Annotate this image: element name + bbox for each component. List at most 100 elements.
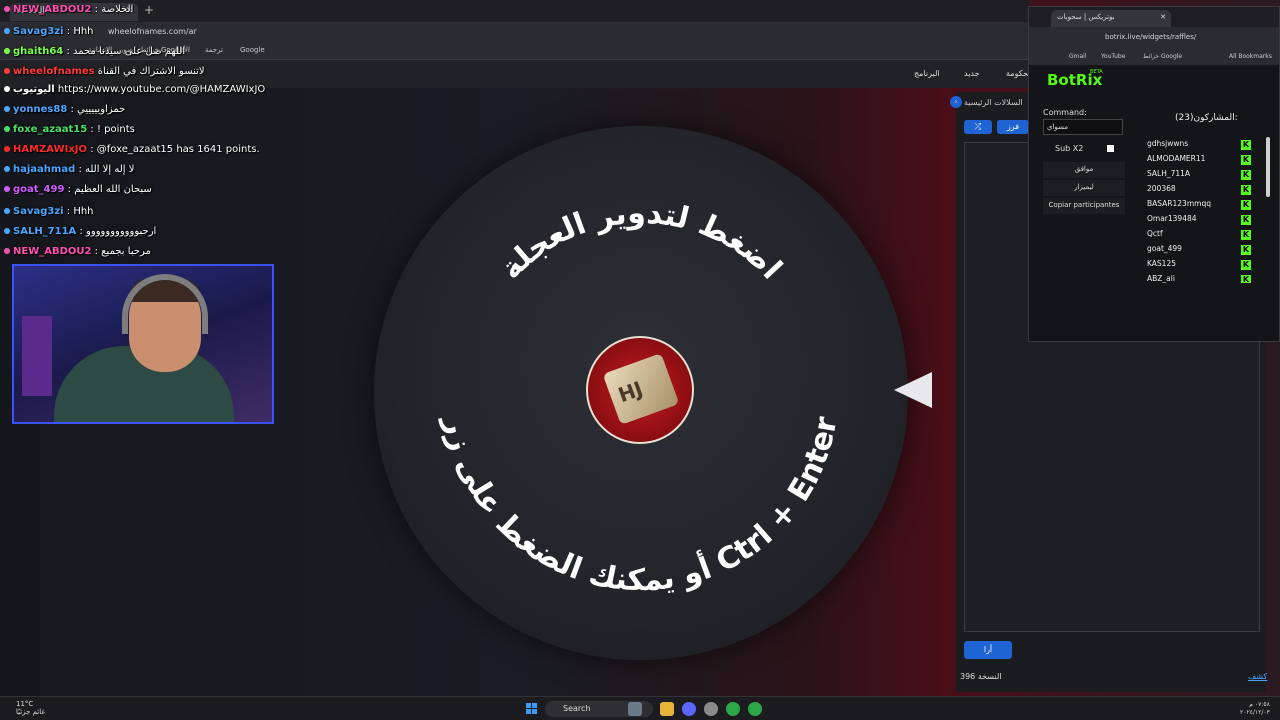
beta-badge: BETA [1090, 69, 1103, 75]
chat-username: goat_499 [13, 184, 65, 195]
participant-name: SALH_711A [1147, 169, 1191, 178]
badge-icon [4, 28, 10, 34]
botrix-address-bar[interactable]: botrix.live/widgets/raffles/ [1029, 27, 1279, 49]
shuffle-button[interactable]: ⤮ [964, 120, 992, 134]
system-clock[interactable]: ٠٧:٥٨ م ٢٠٢٤/١٢/٠٣ [1240, 701, 1270, 717]
chat-username: hajaahmad [13, 164, 76, 175]
address-bar[interactable]: wheelofnames.com/ar [0, 22, 1030, 42]
clock-time: ٠٧:٥٨ م [1249, 701, 1270, 708]
chat-username: اليوتيوب [13, 84, 55, 95]
botrix-tab[interactable]: بوتريكس | سحوبات ✕ [1051, 10, 1171, 27]
badge-icon [4, 86, 10, 92]
chat-username: foxe_azaat15 [13, 124, 88, 135]
wheel-top-textpath: اضغط لتدوير العجلة [494, 196, 789, 287]
pick-button[interactable]: ليميزار [1043, 180, 1125, 196]
command-label: Command: [1043, 108, 1087, 117]
bookmark-item[interactable]: Google [240, 46, 265, 54]
chat-username: SALH_711A [13, 226, 77, 237]
participant-name: KAS125 [1147, 259, 1176, 268]
chrome-icon[interactable] [748, 702, 762, 716]
chat-text: : Hhh [66, 26, 94, 37]
participants-list: gdhsjwwns K ALMODAMER11 K SALH_711A K 200368 K B… [1145, 135, 1265, 283]
chat-message: اليوتيوب https://www.youtube.com/@HAMZAW… [4, 84, 265, 95]
chat-message: Savag3zi : Hhh [4, 206, 94, 217]
copy-participants-button[interactable]: Copiar participantes [1043, 198, 1125, 214]
chat-username: Savag3zi [13, 206, 64, 217]
bookmark-item[interactable]: All Bookmarks [1229, 53, 1272, 60]
confirm-button[interactable]: موافق [1043, 162, 1125, 178]
discord-icon[interactable] [682, 702, 696, 716]
weather-desc: غائم جزئيًا [16, 708, 46, 716]
participant-name: Qctf [1147, 229, 1163, 238]
chat-message: HAMZAWIxJO : @foxe_azaat15 has 1641 poin… [4, 144, 260, 155]
badge-icon [4, 6, 10, 12]
cam-shelf [22, 316, 52, 396]
chat-text: https://www.youtube.com/@HAMZAWIxJO [57, 84, 266, 95]
windows-start-icon[interactable] [526, 703, 538, 715]
webcam-feed [12, 264, 274, 424]
chat-username: yonnes88 [13, 104, 68, 115]
chrome-icon[interactable] [726, 702, 740, 716]
chat-username: NEW_ABDOU2 [13, 246, 92, 257]
kick-icon: K [1241, 155, 1251, 165]
chat-message: wheelofnames لاتنسو الاشتراك في القناة [4, 66, 205, 77]
chevron-right-icon[interactable]: › [950, 96, 962, 108]
wheel-center-logo[interactable]: HJ [586, 336, 694, 444]
chat-text: : ! points [90, 124, 135, 135]
chat-text: لاتنسو الاشتراك في القناة [97, 66, 205, 77]
chat-text: : اللهم صل على سيدنا محمد [66, 46, 186, 57]
chat-message: Savag3zi : Hhh [4, 26, 94, 37]
chat-message: SALH_711A : ارحبووووووووووو [4, 226, 156, 237]
chat-text: : مرحبا بجميع [94, 246, 151, 257]
badge-icon [4, 166, 10, 172]
botrix-window: بوتريكس | سحوبات ✕ botrix.live/widgets/r… [1028, 6, 1280, 342]
chat-username: ghaith64 [13, 46, 64, 57]
app-icon[interactable] [704, 702, 718, 716]
botrix-bookmarks-bar: Gmail YouTube خرائط Google All Bookmarks [1029, 49, 1279, 65]
taskbar: 11°C غائم جزئيًا Search ٠٧:٥٨ م ٢٠٢٤/١٢/… [0, 696, 1280, 720]
participant-name: ABZ_ali [1147, 274, 1175, 283]
sub-x2-label: Sub X2 [1055, 144, 1084, 153]
toolbar-item[interactable]: جديد [964, 69, 980, 78]
bookmark-item[interactable]: ترجمة [205, 46, 223, 54]
sub-x2-checkbox[interactable] [1107, 145, 1114, 152]
chat-text: : @foxe_azaat15 has 1641 points. [90, 144, 260, 155]
kick-icon: K [1241, 260, 1251, 270]
chat-text: : حمزاويييييي [70, 104, 126, 115]
chat-message: yonnes88 : حمزاويييييي [4, 104, 125, 115]
new-tab-icon[interactable]: + [144, 3, 154, 17]
taskview-icon[interactable] [628, 702, 642, 716]
weather-widget[interactable]: 11°C غائم جزئيًا [16, 700, 45, 716]
wheel-top-text: اضغط لتدوير العجلة [494, 196, 789, 287]
file-explorer-icon[interactable] [660, 702, 674, 716]
bookmark-item[interactable]: YouTube [1101, 53, 1125, 60]
bookmark-item[interactable]: خرائط Google [1143, 53, 1182, 60]
badge-icon [4, 248, 10, 254]
weather-temp: 11°C [16, 700, 34, 708]
chat-message: goat_499 : سبحان الله العظيم [4, 184, 152, 195]
chat-username: NEW_ABDOU2 [13, 4, 92, 15]
add-button[interactable]: أرا [964, 641, 1012, 659]
close-tab-icon[interactable]: ✕ [1160, 13, 1166, 21]
kick-icon: K [1241, 200, 1251, 210]
wheel-pointer-icon [894, 372, 932, 408]
logo-icon: HJ [602, 353, 680, 425]
kick-icon: K [1241, 185, 1251, 195]
sort-button[interactable]: فرز [997, 120, 1029, 134]
chat-text: : لا إله إلا الله [78, 164, 135, 175]
footer-link[interactable]: كشف [1248, 672, 1267, 681]
chat-message: NEW_ABDOU2 : مرحبا بجميع [4, 246, 151, 257]
badge-icon [4, 106, 10, 112]
browser-tabbar: الخلاصة ✕ + [0, 0, 1030, 22]
badge-icon [4, 48, 10, 54]
command-input[interactable]: مسواي [1043, 119, 1123, 135]
participant-name: BASAR123mmqq [1147, 199, 1211, 208]
badge-icon [4, 68, 10, 74]
participant-name: 200368 [1147, 184, 1176, 193]
participant-name: Omar139484 [1147, 214, 1197, 223]
toolbar-item[interactable]: البرنامج [914, 69, 940, 78]
kick-icon: K [1241, 215, 1251, 225]
bookmark-item[interactable]: Gmail [1069, 53, 1087, 60]
tab-main-entries[interactable]: السلالات الرئيسية [964, 98, 1023, 107]
participants-scrollbar[interactable] [1266, 137, 1270, 197]
